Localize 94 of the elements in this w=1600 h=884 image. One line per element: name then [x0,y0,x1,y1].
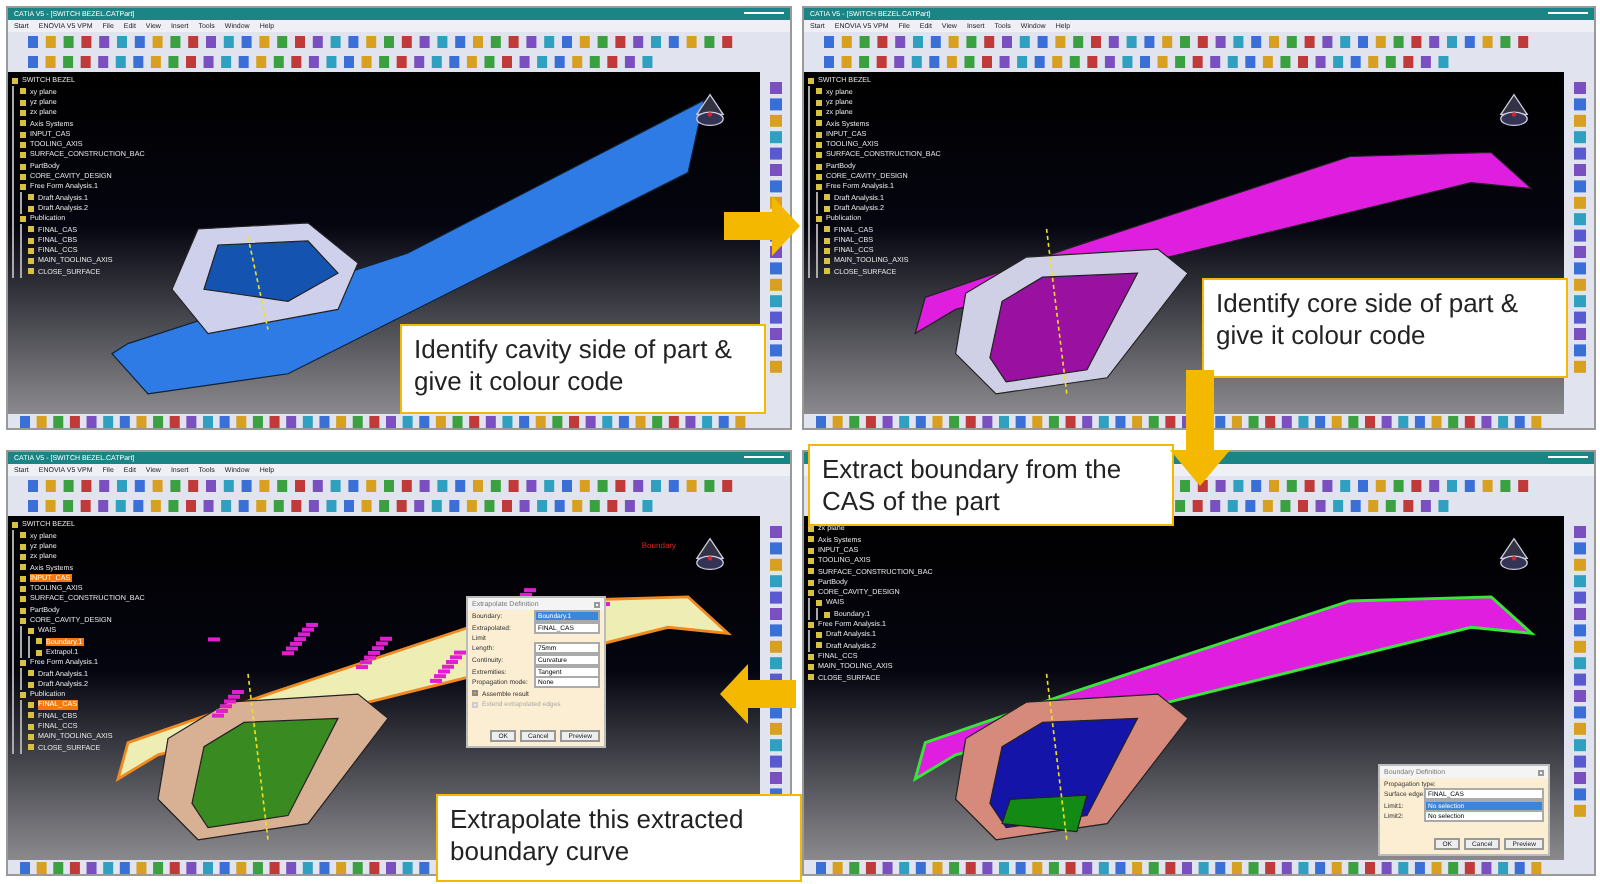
tree-node-icon [824,611,830,618]
tree-node-icon [20,554,26,561]
pocket-floor [203,240,339,302]
callout-tooltip: Extrapolate this extracted boundary curve [436,794,802,882]
tree-node-icon [28,744,34,751]
tree-node-icon [824,247,830,254]
tree-node-icon [816,600,822,607]
tree-node-icon [28,226,34,233]
callout-tooltip: Identify cavity side of part & give it colour code [400,324,766,414]
callout-tooltip: Identify core side of part & give it colour code [1202,278,1568,378]
tree-node-icon [28,702,34,709]
left-arrow [720,664,796,724]
window-controls-icon[interactable] [744,11,784,17]
checkbox[interactable] [472,690,478,697]
tree-node-icon [808,536,814,543]
tree-node-icon [20,617,26,624]
tree-node-icon [816,163,822,170]
tree-node-icon [824,205,830,212]
tree-node-icon [28,205,34,212]
callout-tooltip: Extract boundary from the CAS of the part [808,444,1174,526]
tree-node-icon [808,78,814,85]
tree-node-icon [12,78,18,85]
tree-node-icon [808,674,814,681]
tree-node-icon [20,110,26,117]
analysis-mark [208,637,220,642]
tree-node-icon [824,194,830,201]
tree-node-icon [816,141,822,148]
tree-node-icon [20,120,26,127]
tree-node-icon [36,638,42,645]
tree-node-icon [808,579,814,586]
tree-node-icon [20,691,26,698]
3d-viewport[interactable] [804,516,1564,860]
tree-node-icon [824,226,830,233]
tree-node-icon [36,649,42,656]
tree-node-icon [28,723,34,730]
tree-node-icon [808,589,814,596]
window-controls-icon[interactable] [744,455,784,461]
tree-node-icon [20,163,26,170]
tree-node-icon [824,237,830,244]
tree-node-icon [28,712,34,719]
tree-node-icon [808,621,814,628]
window-controls-icon[interactable] [1548,455,1588,461]
tree-node-icon [808,653,814,660]
tree-node-icon [20,575,26,582]
tree-node-icon [816,99,822,106]
tree-node-icon [28,268,34,275]
right-arrow [724,196,800,256]
window-controls-icon[interactable] [1548,11,1588,17]
tree-node-icon [20,152,26,159]
tree-node-icon [20,141,26,148]
tree-node-icon [20,543,26,550]
tree-node-icon [816,216,822,222]
tree-node-icon [20,564,26,571]
tree-node-icon [816,642,822,649]
close-icon[interactable] [594,601,600,607]
tree-node-icon [816,152,822,159]
tree-node-icon [816,131,822,138]
tree-node-icon [816,88,822,95]
tree-node-icon [816,110,822,117]
tree-node-icon [28,194,34,201]
down-arrow [1170,370,1230,486]
tree-node-icon [28,681,34,688]
tree-node-icon [20,88,26,95]
tree-node-icon [824,268,830,275]
tree-node-icon [28,628,34,635]
tree-node-icon [808,568,814,575]
tree-node-icon [816,184,822,191]
tree-node-icon [20,596,26,603]
tree-node-icon [824,258,830,265]
tree-node-icon [20,99,26,106]
tree-node-icon [28,247,34,254]
tree-node-icon [816,120,822,127]
tree-node-icon [20,184,26,191]
tree-node-icon [20,532,26,539]
close-icon[interactable] [1538,769,1544,775]
tree-node-icon [20,131,26,138]
tree-node-icon [20,585,26,592]
tree-node-icon [816,632,822,639]
pocket-bottom-face [1001,794,1088,833]
tree-node-icon [816,173,822,180]
tree-node-icon [20,216,26,222]
tree-node-icon [20,173,26,180]
tree-node-icon [808,526,814,533]
tree-node-icon [12,522,18,529]
tree-node-icon [20,660,26,666]
tree-node-icon [28,670,34,677]
tree-node-icon [808,558,814,565]
tree-node-icon [20,607,26,614]
tree-node-icon [28,237,34,244]
tree-node-icon [808,547,814,554]
dashed-axis-line [247,236,269,331]
tree-node-icon [28,734,34,741]
tree-node-icon [28,258,34,265]
tree-node-icon [808,664,814,670]
